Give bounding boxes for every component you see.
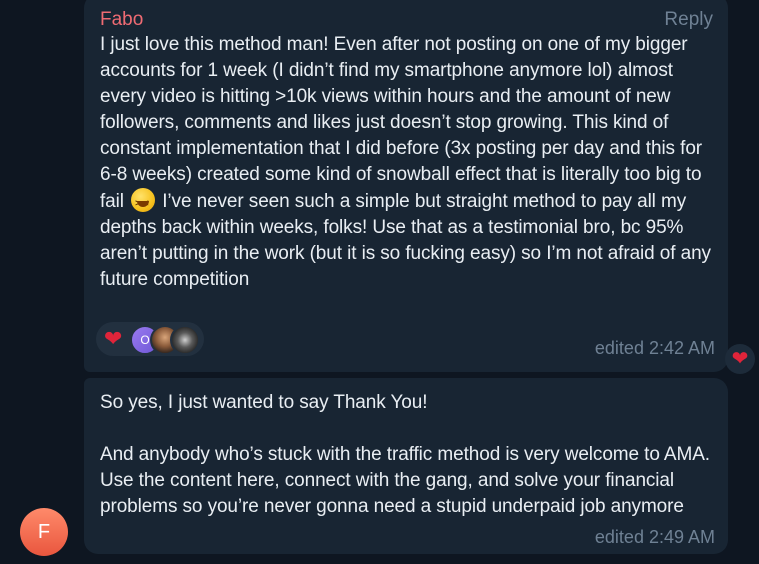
message-time-2: edited 2:49 AM	[594, 527, 715, 547]
heart-reaction-icon[interactable]: ❤	[104, 326, 122, 352]
message-text-1: I just love this method man! Even after …	[100, 32, 712, 293]
message-text-1-part1: I just love this method man! Even after …	[100, 34, 703, 212]
sender-name[interactable]: Fabo	[100, 8, 712, 32]
user-avatar[interactable]: F	[20, 508, 68, 556]
message-text-1-part2: I’ve never seen such a simple but straig…	[100, 191, 711, 290]
side-heart-reaction-icon[interactable]: ❤	[725, 344, 755, 374]
reply-button[interactable]: Reply	[664, 8, 713, 32]
message-time-1: edited 2:42 AM	[594, 338, 715, 358]
reaction-bar[interactable]: ❤ O	[96, 322, 204, 356]
reactor-avatar-dark	[170, 325, 200, 355]
message-bubble-1[interactable]: Fabo Reply I just love this method man! …	[84, 0, 728, 372]
chat-window: Fabo Reply I just love this method man! …	[0, 0, 759, 564]
laughing-squint-emoji-icon	[131, 188, 156, 216]
message-text-2: So yes, I just wanted to say Thank You! …	[100, 392, 710, 517]
